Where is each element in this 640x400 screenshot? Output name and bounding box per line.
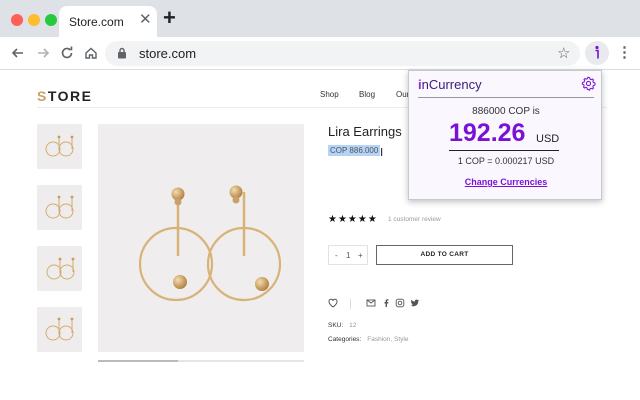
popup-divider [418,97,594,98]
value-underline [449,150,559,151]
reload-button[interactable] [57,43,77,63]
gear-icon[interactable] [581,76,596,91]
exchange-rate: 1 COP = 0.000217 USD [457,156,555,166]
target-currency: USD [536,133,560,145]
logo-text: TORE [47,88,93,104]
categories-line: Categories: Fashion, Style [328,336,408,343]
quantity-stepper[interactable]: - 1 + [328,245,368,265]
qty-plus-button[interactable]: + [358,251,363,260]
source-amount: 886000 COP is [472,106,540,117]
address-bar[interactable]: store.com ☆ [105,41,580,66]
earrings-thumbnail-image [46,257,75,280]
incurrency-brand: inCurrency [418,77,482,92]
browser-tab[interactable]: Store.com ✕ [59,6,157,37]
earrings-thumbnail-image [45,135,74,157]
earrings-thumbnail-image [45,317,74,341]
qty-value[interactable]: 1 [346,251,350,260]
incurrency-extension-button[interactable] [585,41,609,65]
window-minimize-button[interactable] [28,14,40,26]
sku-line: SKU: 12 [328,322,356,329]
product-price-selected[interactable]: COP 886.000 [328,145,381,156]
product-thumbnail[interactable] [37,307,82,352]
nav-shop[interactable]: Shop [320,90,339,99]
product-thumbnail[interactable] [37,185,82,230]
twitter-icon[interactable] [410,298,420,308]
incurrency-popup: inCurrency 886000 COP is 192.26 USD 1 CO… [408,70,602,200]
facebook-icon[interactable] [381,298,391,308]
change-currencies-link[interactable]: Change Currencies [409,177,603,187]
review-link[interactable]: 1 customer review [388,216,441,223]
window-maximize-button[interactable] [45,14,57,26]
product-thumbnail[interactable] [37,246,82,291]
brand-name: nCurrency [421,77,482,92]
converted-value: 192.26 [449,119,526,147]
earrings-image [138,185,282,302]
back-button[interactable] [8,43,28,63]
add-to-cart-button[interactable]: ADD TO CART [376,245,513,265]
arrow-right-icon [38,48,50,58]
forward-button[interactable] [33,43,53,63]
text-cursor-icon: Ⅰ [380,147,384,159]
home-button[interactable] [81,43,101,63]
browser-toolbar: store.com ☆ ⋮ [0,37,640,70]
window-close-button[interactable] [11,14,23,26]
browser-menu-icon[interactable]: ⋮ [617,43,632,63]
product-thumbnail[interactable] [37,124,82,169]
product-main-image[interactable] [98,124,304,352]
email-share-icon[interactable] [366,298,376,308]
lock-icon [118,47,126,59]
tab-close-icon[interactable]: ✕ [139,12,152,28]
product-title: Lira Earrings [328,124,402,139]
divider [350,299,351,309]
sku-label: SKU: [328,322,344,329]
url-text: store.com [139,46,197,61]
home-icon [85,47,97,59]
reload-icon [61,46,73,59]
rating-stars: ★★★★★ [328,214,378,225]
qty-minus-button[interactable]: - [335,251,338,260]
categories-label: Categories: [328,336,362,343]
store-logo[interactable]: STORE [37,88,92,104]
logo-initial: S [37,88,48,104]
categories-value[interactable]: Fashion, Style [367,336,408,343]
arrow-left-icon [11,48,23,58]
incurrency-logo-icon [595,45,599,59]
gallery-scrollbar-thumb[interactable] [98,360,178,362]
new-tab-button[interactable]: + [163,7,176,29]
tab-title: Store.com [69,15,124,29]
heart-icon[interactable] [328,298,338,308]
earrings-thumbnail-image [45,195,74,219]
instagram-icon[interactable] [395,298,405,308]
sku-value: 12 [349,322,357,329]
bookmark-star-icon[interactable]: ☆ [557,44,570,62]
nav-blog[interactable]: Blog [359,90,375,99]
tab-strip: Store.com ✕ + [0,0,640,37]
